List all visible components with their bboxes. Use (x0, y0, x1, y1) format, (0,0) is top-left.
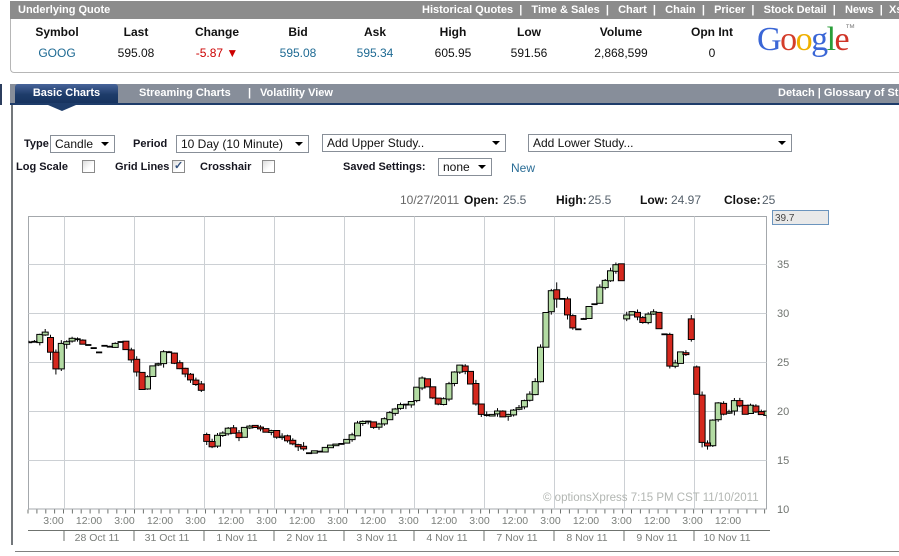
svg-text:10 Nov 11: 10 Nov 11 (703, 532, 750, 544)
svg-text:4 Nov 11: 4 Nov 11 (426, 532, 467, 544)
svg-text:10/27/2011: 10/27/2011 (400, 193, 459, 207)
svg-text:8 Nov 11: 8 Nov 11 (566, 532, 607, 544)
svg-text:24.97: 24.97 (671, 193, 701, 207)
svg-text:High:: High: (556, 193, 587, 207)
svg-text:3:00: 3:00 (256, 515, 277, 527)
svg-text:12:00: 12:00 (502, 515, 528, 527)
svg-text:3:00: 3:00 (540, 515, 561, 527)
svg-text:1 Nov 11: 1 Nov 11 (216, 532, 257, 544)
svg-text:3:00: 3:00 (327, 515, 348, 527)
svg-text:Open:: Open: (464, 193, 499, 207)
svg-text:15: 15 (777, 455, 789, 467)
svg-text:Low:: Low: (640, 193, 668, 207)
svg-text:20: 20 (777, 406, 789, 418)
svg-text:25.5: 25.5 (503, 193, 527, 207)
svg-text:3 Nov 11: 3 Nov 11 (356, 532, 397, 544)
svg-text:39.7: 39.7 (775, 213, 795, 224)
svg-text:25: 25 (762, 193, 776, 207)
svg-text:10: 10 (777, 504, 789, 516)
svg-text:12:00: 12:00 (644, 515, 670, 527)
svg-text:3:00: 3:00 (43, 515, 64, 527)
svg-text:31 Oct 11: 31 Oct 11 (145, 532, 190, 544)
svg-text:12:00: 12:00 (289, 515, 315, 527)
svg-text:12:00: 12:00 (715, 515, 741, 527)
svg-text:Close:: Close: (724, 193, 761, 207)
svg-text:© optionsXpress 7:15 PM CST 11: © optionsXpress 7:15 PM CST 11/10/2011 (543, 492, 759, 504)
svg-text:35: 35 (777, 259, 789, 271)
svg-text:3:00: 3:00 (682, 515, 703, 527)
svg-text:2 Nov 11: 2 Nov 11 (286, 532, 327, 544)
svg-text:3:00: 3:00 (398, 515, 419, 527)
svg-text:12:00: 12:00 (573, 515, 599, 527)
svg-text:12:00: 12:00 (147, 515, 173, 527)
svg-text:12:00: 12:00 (431, 515, 457, 527)
svg-text:28 Oct 11: 28 Oct 11 (75, 532, 120, 544)
svg-text:3:00: 3:00 (469, 515, 490, 527)
svg-text:3:00: 3:00 (185, 515, 206, 527)
svg-text:9 Nov 11: 9 Nov 11 (636, 532, 677, 544)
svg-text:25.5: 25.5 (588, 193, 612, 207)
svg-text:12:00: 12:00 (218, 515, 244, 527)
svg-text:25: 25 (777, 357, 789, 369)
svg-text:3:00: 3:00 (114, 515, 135, 527)
svg-text:7 Nov 11: 7 Nov 11 (496, 532, 537, 544)
svg-text:12:00: 12:00 (360, 515, 386, 527)
svg-text:3:00: 3:00 (611, 515, 632, 527)
svg-text:30: 30 (777, 308, 789, 320)
svg-text:12:00: 12:00 (76, 515, 102, 527)
